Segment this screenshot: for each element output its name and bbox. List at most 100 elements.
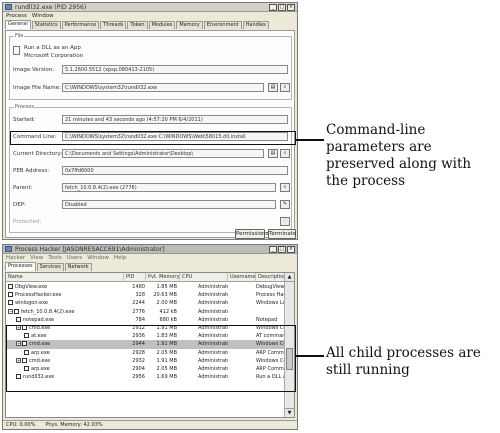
curdir-inspect-button[interactable]: ⌕ bbox=[280, 149, 290, 158]
col-pvt-memory[interactable]: Pvt. Memory bbox=[145, 273, 179, 282]
properties-titlebar[interactable]: rundll32.exe (PID 2956) _ □ × bbox=[3, 3, 297, 12]
process-pvt-memory: 2.00 MB bbox=[156, 300, 177, 307]
menu-window[interactable]: Window bbox=[87, 254, 109, 262]
process-username: Administrator bbox=[198, 308, 228, 315]
process-properties-window: rundll32.exe (PID 2956) _ □ × Process Wi… bbox=[2, 2, 298, 240]
process-pid: 328 bbox=[135, 292, 145, 299]
process-pid: 1480 bbox=[132, 284, 145, 290]
tab-performance[interactable]: Performance bbox=[61, 21, 100, 29]
process-description: Windows Logon bbox=[256, 300, 286, 307]
app-icon bbox=[5, 4, 12, 10]
process-name: DbgView.exe bbox=[15, 284, 48, 290]
tab-general[interactable]: General bbox=[5, 20, 31, 29]
col-cpu[interactable]: CPU bbox=[179, 273, 195, 282]
process-icon bbox=[8, 300, 13, 306]
process-icon bbox=[8, 292, 13, 298]
table-row[interactable]: winlogon.exe 2244 2.00 MB Administrator Wind… bbox=[6, 299, 286, 307]
table-row[interactable]: DbgView.exe 1480 1.85 MB Administrator Debug… bbox=[6, 283, 284, 291]
process-pid: 2776 bbox=[132, 308, 145, 315]
cmdline-connector bbox=[296, 139, 324, 141]
process-username: Administrator bbox=[198, 316, 228, 323]
menu-window[interactable]: Window bbox=[32, 12, 54, 20]
tab-memory[interactable]: Memory bbox=[176, 21, 203, 29]
image-version-field[interactable]: 5.1.2600.5512 (xpsp.080413-2105) bbox=[62, 65, 288, 74]
process-pvt-memory: 1.85 MB bbox=[156, 284, 177, 290]
tree-expander-icon[interactable]: − bbox=[8, 308, 13, 314]
table-row[interactable]: ProcessHacker.exe 328 20.63 MB Administrato… bbox=[6, 291, 286, 299]
process-pvt-memory: 412 kB bbox=[159, 308, 177, 315]
process-list-header: Name PID Pvt. Memory CPU Username Descri… bbox=[6, 273, 287, 282]
process-name: notepad.exe bbox=[23, 316, 55, 323]
table-row[interactable]: notepad.exe 784 680 kB Administrator Notepad bbox=[6, 316, 284, 324]
image-file-field[interactable]: C:\WINDOWS\system32\rundll32.exe bbox=[62, 83, 264, 92]
image-file-label: Image File Name: bbox=[13, 85, 62, 91]
tab-threads[interactable]: Threads bbox=[100, 21, 127, 29]
hacker-titlebar[interactable]: Process Hacker [JASONRESACC691\Administr… bbox=[3, 245, 297, 254]
peb-label: PEB Address: bbox=[13, 168, 50, 174]
menu-help[interactable]: Help bbox=[114, 254, 127, 262]
scroll-up-icon[interactable]: ▲ bbox=[285, 273, 294, 282]
tab-processes[interactable]: Processes bbox=[5, 262, 36, 271]
parent-properties-button[interactable]: ⌕ bbox=[280, 183, 290, 192]
process-pid: 784 bbox=[135, 316, 145, 323]
menu-users[interactable]: Users bbox=[67, 254, 82, 262]
hacker-app-icon bbox=[5, 246, 12, 252]
dep-field[interactable]: Disabled bbox=[62, 200, 276, 209]
menu-process[interactable]: Process bbox=[6, 12, 27, 20]
col-name[interactable]: Name bbox=[6, 273, 76, 282]
curdir-open-button[interactable]: ▤ bbox=[268, 149, 278, 158]
file-group-label: File bbox=[14, 33, 25, 39]
open-folder-button[interactable]: ▤ bbox=[268, 83, 278, 92]
status-cpu: CPU: 0.00% bbox=[6, 422, 36, 428]
hacker-statusbar: CPU: 0.00% Phys. Memory: 42.03% bbox=[3, 420, 297, 429]
dep-edit-button[interactable]: ✎ bbox=[280, 200, 290, 209]
process-username: Administrator bbox=[198, 284, 228, 290]
hacker-close-button[interactable]: × bbox=[287, 246, 295, 253]
tab-environment[interactable]: Environment bbox=[203, 21, 242, 29]
tab-token[interactable]: Token bbox=[127, 21, 148, 29]
curdir-field[interactable]: C:\Documents and Settings\Administrator\… bbox=[62, 149, 264, 158]
maximize-button[interactable]: □ bbox=[278, 4, 286, 11]
menu-hacker[interactable]: Hacker bbox=[6, 254, 25, 262]
permissions-button[interactable]: Permissions bbox=[235, 229, 269, 239]
table-row[interactable]: − fetch_10.0.8.4(2).exe 2776 412 kB Administ… bbox=[6, 308, 284, 316]
col-description[interactable]: Description bbox=[255, 273, 287, 282]
process-name-cell: notepad.exe bbox=[16, 316, 122, 324]
tab-services[interactable]: Services bbox=[36, 263, 64, 271]
process-username: Administrator bbox=[198, 300, 228, 307]
children-highlight bbox=[6, 325, 296, 392]
protected-label: Protected: bbox=[13, 219, 42, 225]
properties-menubar: Process Window bbox=[3, 12, 297, 20]
menu-tools[interactable]: Tools bbox=[48, 254, 62, 262]
tab-modules[interactable]: Modules bbox=[148, 21, 176, 29]
menu-view[interactable]: View bbox=[30, 254, 43, 262]
peb-field[interactable]: 0x7ffd6000 bbox=[62, 166, 288, 175]
close-button[interactable]: × bbox=[287, 4, 295, 11]
protected-button[interactable]: ◌ bbox=[280, 217, 290, 226]
status-phys-memory: Phys. Memory: 42.03% bbox=[45, 422, 103, 428]
hacker-minimize-button[interactable]: _ bbox=[269, 246, 277, 253]
tab-handles[interactable]: Handles bbox=[242, 21, 269, 29]
process-name-cell: − fetch_10.0.8.4(2).exe bbox=[8, 308, 122, 316]
process-name: ProcessHacker.exe bbox=[15, 292, 62, 299]
hacker-menubar: Hacker View Tools Users Window Help bbox=[3, 254, 297, 262]
process-name-cell: DbgView.exe bbox=[8, 283, 122, 291]
file-name: Run a DLL as an App bbox=[24, 45, 81, 51]
inspect-button[interactable]: ⌕ bbox=[280, 83, 290, 92]
scroll-down-icon[interactable]: ▼ bbox=[285, 408, 294, 417]
hacker-maximize-button[interactable]: □ bbox=[278, 246, 286, 253]
parent-field[interactable]: fetch_10.0.8.4(2).exe (2776) bbox=[62, 183, 276, 192]
minimize-button[interactable]: _ bbox=[269, 4, 277, 11]
tab-network[interactable]: Network bbox=[64, 263, 92, 271]
terminate-button[interactable]: Terminate bbox=[268, 229, 296, 239]
tab-statistics[interactable]: Statistics bbox=[31, 21, 61, 29]
process-icon bbox=[14, 308, 19, 314]
process-name: winlogon.exe bbox=[15, 300, 48, 307]
process-icon bbox=[16, 316, 21, 322]
started-field[interactable]: 21 minutes and 43 seconds ago (4:57:20 P… bbox=[62, 115, 288, 124]
company-name: Microsoft Corporation bbox=[24, 53, 84, 59]
process-name-cell: winlogon.exe bbox=[8, 299, 122, 307]
children-connector bbox=[296, 355, 324, 357]
process-name: fetch_10.0.8.4(2).exe bbox=[21, 308, 75, 315]
col-pid[interactable]: PID bbox=[123, 273, 145, 282]
